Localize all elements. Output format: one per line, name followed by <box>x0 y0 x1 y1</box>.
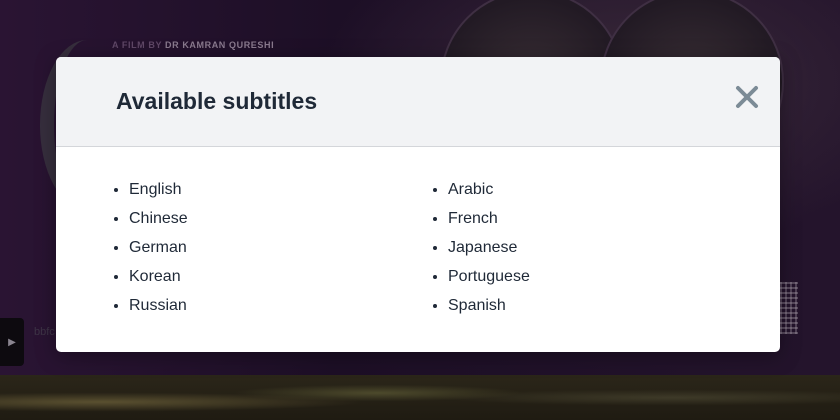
subtitle-language-item: German <box>129 233 188 262</box>
subtitle-language-item: English <box>129 175 188 204</box>
background-credit-name: DR KAMRAN QURESHI <box>165 40 275 50</box>
subtitle-list-right: Arabic French Japanese Portuguese Spanis… <box>430 175 530 320</box>
close-icon <box>732 82 762 112</box>
subtitle-language-item: Korean <box>129 262 188 291</box>
subtitle-language-item: Russian <box>129 291 188 320</box>
modal-body: English Chinese German Korean Russian Ar… <box>56 147 780 352</box>
background-qr-code <box>780 282 798 334</box>
background-credit-lead: A FILM BY <box>112 40 162 50</box>
subtitle-language-item: French <box>448 204 530 233</box>
subtitle-language-item: Spanish <box>448 291 530 320</box>
subtitle-language-item: Arabic <box>448 175 530 204</box>
subtitle-language-item: Portuguese <box>448 262 530 291</box>
modal-header: Available subtitles <box>56 57 780 147</box>
background-play-button: ▶ <box>0 318 24 366</box>
modal-title: Available subtitles <box>116 88 318 114</box>
background-rating-text: bbfc <box>34 326 55 338</box>
subtitle-language-item: Japanese <box>448 233 530 262</box>
subtitle-language-item: Chinese <box>129 204 188 233</box>
background-credit: A FILM BY DR KAMRAN QURESHI <box>112 40 274 50</box>
subtitle-list-left: English Chinese German Korean Russian <box>111 175 188 320</box>
background-hero-image <box>0 375 840 420</box>
subtitles-modal: Available subtitles English Chinese Germ… <box>56 57 780 352</box>
close-button[interactable] <box>732 82 762 112</box>
